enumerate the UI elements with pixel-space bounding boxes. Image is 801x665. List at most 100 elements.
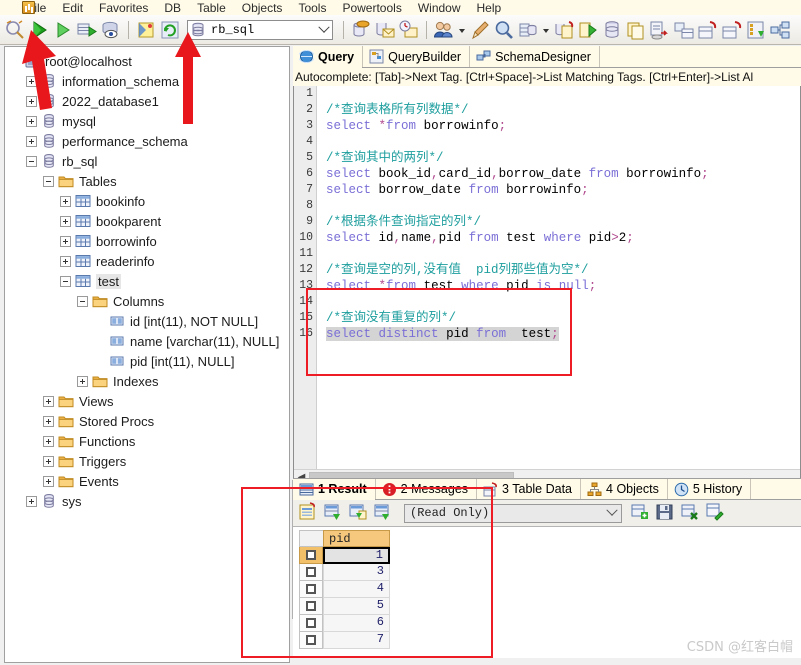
expand-icon[interactable] [26, 495, 37, 507]
sql-line[interactable]: /*查询其中的两列*/ [318, 150, 800, 166]
grid-row[interactable]: 6 [299, 615, 390, 632]
tree-item[interactable]: id [int(11), NOT NULL] [7, 311, 289, 331]
sql-line[interactable]: select distinct pid from test; [318, 326, 800, 342]
grid-cell[interactable]: 3 [323, 564, 390, 581]
tree-item[interactable]: mysql [7, 111, 289, 131]
tab-table-data[interactable]: 3 Table Data [477, 479, 582, 499]
grid-row[interactable]: 3 [299, 564, 390, 581]
expand-icon[interactable] [26, 135, 37, 147]
tab-result[interactable]: 1 Result [293, 479, 376, 500]
tree-item[interactable]: pid [int(11), NULL] [7, 351, 289, 371]
sql-line[interactable]: /*根据条件查询指定的列*/ [318, 214, 800, 230]
tree-item[interactable]: Events [7, 471, 289, 491]
expand-icon[interactable] [77, 375, 88, 387]
export-text-icon[interactable] [348, 502, 370, 524]
db-clock-icon[interactable] [398, 19, 420, 41]
transfer-icon[interactable] [649, 19, 671, 41]
users-dropdown-arrow-icon[interactable] [457, 19, 467, 41]
collapse-icon[interactable] [43, 175, 54, 187]
sql-code-area[interactable]: /*查询表格所有列数据*/select *from borrowinfo; /*… [318, 86, 800, 485]
delete-row-icon[interactable] [680, 502, 702, 524]
clean-icon[interactable] [469, 19, 491, 41]
export-excel-icon[interactable] [373, 502, 395, 524]
sql-line[interactable] [318, 246, 800, 262]
grid-cell[interactable]: 4 [323, 581, 390, 598]
sql-line[interactable]: select book_id,card_id,borrow_date from … [318, 166, 800, 182]
users-icon[interactable] [433, 19, 455, 41]
expand-icon[interactable] [43, 475, 54, 487]
refresh-icon[interactable] [159, 19, 181, 41]
sql-editor[interactable]: 1 2 3 4 5 6 7 8 9 10 11 12 13 14 15 16 /*查询表格所有列数据*/sel… [293, 86, 801, 486]
menu-item-window[interactable]: Window [411, 2, 470, 15]
chevron-down-icon[interactable] [316, 21, 332, 39]
execute-to-grid-icon[interactable] [76, 19, 98, 41]
expand-icon[interactable] [26, 95, 37, 107]
database-selector[interactable]: rb_sql [187, 19, 333, 40]
tree-item[interactable]: name [varchar(11), NULL] [7, 331, 289, 351]
chevron-down-icon[interactable] [603, 509, 621, 517]
search-icon[interactable] [493, 19, 515, 41]
sql-line[interactable]: select *from test where pid is null; [318, 278, 800, 294]
row-selector-checkbox[interactable] [299, 581, 323, 598]
expand-icon[interactable] [43, 435, 54, 447]
explain-plan-icon[interactable] [100, 19, 122, 41]
expand-icon[interactable] [60, 235, 71, 247]
execute-icon[interactable] [28, 19, 50, 41]
db-list-dropdown-arrow-icon[interactable] [541, 19, 551, 41]
row-selector-checkbox[interactable] [299, 632, 323, 649]
sql-line[interactable]: /*查询表格所有列数据*/ [318, 102, 800, 118]
sql-line[interactable]: select id,name,pid from test where pid>2… [318, 230, 800, 246]
tab-history[interactable]: 5 History [668, 479, 752, 499]
sql-line[interactable] [318, 134, 800, 150]
new-query-icon[interactable] [4, 19, 26, 41]
sql-line[interactable]: select borrow_date from borrowinfo; [318, 182, 800, 198]
tab-schemadesigner[interactable]: SchemaDesigner [470, 46, 600, 67]
export-icon[interactable] [577, 19, 599, 41]
row-selector-checkbox[interactable] [299, 615, 323, 632]
db-list-icon[interactable] [517, 19, 539, 41]
expand-icon[interactable] [26, 115, 37, 127]
sql-notes-icon[interactable] [135, 19, 157, 41]
tree-item[interactable]: Indexes [7, 371, 289, 391]
row-selector-checkbox[interactable] [299, 598, 323, 615]
menu-item-powertools[interactable]: Powertools [335, 2, 410, 15]
add-row-icon[interactable] [630, 502, 652, 524]
collapse-icon[interactable] [77, 295, 88, 307]
sql-line[interactable]: select *from borrowinfo; [318, 118, 800, 134]
table-copy-icon[interactable] [673, 19, 695, 41]
tree-item[interactable]: 2022_database1 [7, 91, 289, 111]
results-grid-table[interactable]: pid 1 3 4 5 6 7 [299, 530, 390, 649]
row-selector-checkbox[interactable] [299, 564, 323, 581]
tree-item[interactable]: Functions [7, 431, 289, 451]
sql-line[interactable] [318, 198, 800, 214]
grid-cell[interactable]: 7 [323, 632, 390, 649]
expand-icon[interactable] [43, 415, 54, 427]
tab-objects[interactable]: 4 Objects [581, 479, 668, 499]
tab-query[interactable]: Query [293, 46, 364, 68]
tab-messages[interactable]: 2 Messages [376, 479, 478, 499]
tree-item[interactable]: sys [7, 491, 289, 511]
expand-icon[interactable] [26, 75, 37, 87]
tree-item[interactable]: Tables [7, 171, 289, 191]
edit-mode-selector[interactable]: (Read Only) [404, 503, 622, 523]
grid-view-icon[interactable] [298, 502, 320, 524]
menu-item-db[interactable]: DB [157, 2, 190, 15]
menu-item-help[interactable]: Help [470, 2, 511, 15]
execute-current-icon[interactable] [52, 19, 74, 41]
tree-item[interactable]: Columns [7, 291, 289, 311]
grid-corner-cell[interactable] [299, 530, 323, 547]
tab-querybuilder[interactable]: QueryBuilder [363, 46, 471, 67]
schema-link-icon[interactable] [769, 19, 791, 41]
tree-item[interactable]: bookparent [7, 211, 289, 231]
collapse-icon[interactable] [60, 275, 71, 287]
expand-icon[interactable] [43, 455, 54, 467]
tree-item[interactable]: root@localhost [7, 51, 289, 71]
grid-row[interactable]: 7 [299, 632, 390, 649]
tree-item[interactable]: Triggers [7, 451, 289, 471]
expand-icon[interactable] [43, 395, 54, 407]
tree-item[interactable]: readerinfo [7, 251, 289, 271]
menu-item-favorites[interactable]: Favorites [92, 2, 157, 15]
menu-item-edit[interactable]: Edit [55, 2, 92, 15]
tree-item[interactable]: bookinfo [7, 191, 289, 211]
grid-row[interactable]: 1 [299, 547, 390, 564]
